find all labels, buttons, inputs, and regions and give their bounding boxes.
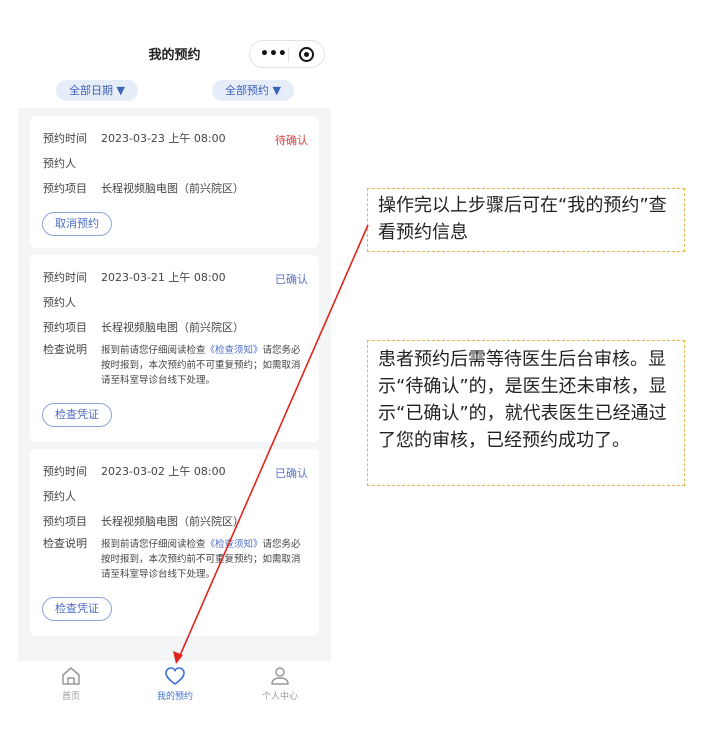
person-row: 预约人 bbox=[43, 490, 101, 504]
nav-bar: 我的预约 ••• bbox=[18, 28, 331, 78]
close-target-icon[interactable] bbox=[299, 47, 314, 62]
more-menu-icon[interactable]: ••• bbox=[260, 46, 287, 62]
item-label: 预约项目 bbox=[43, 182, 87, 195]
person-label: 预约人 bbox=[43, 490, 76, 503]
note-row: 检查说明 bbox=[43, 343, 101, 357]
tab-my-appointments-label: 我的预约 bbox=[156, 692, 193, 702]
note-row: 检查说明 bbox=[43, 537, 101, 551]
time-value: 2023-03-02 上午 08:00 bbox=[101, 465, 226, 478]
item-row: 预约项目 长程视频脑电图（前兴院区） bbox=[43, 321, 244, 335]
time-value: 2023-03-23 上午 08:00 bbox=[101, 132, 226, 145]
note-text-pre: 报到前请您仔细阅读检查 bbox=[101, 345, 206, 356]
tab-home[interactable]: 首页 bbox=[31, 666, 111, 702]
appointment-card: 预约时间 2023-03-23 上午 08:00 待确认 预约人 预约项目 长程视频… bbox=[30, 116, 319, 248]
time-row: 预约时间 2023-03-21 上午 08:00 bbox=[43, 271, 226, 285]
tab-home-label: 首页 bbox=[61, 692, 80, 702]
status-filter-dropdown[interactable]: 全部预约 ▼ bbox=[212, 80, 294, 101]
appointment-card: 预约时间 2023-03-02 上午 08:00 已确认 预约人 预约项目 长程视频… bbox=[30, 449, 319, 636]
status-badge: 已确认 bbox=[275, 467, 308, 480]
user-icon bbox=[271, 667, 289, 685]
phone-screen: 我的预约 ••• 全部日期 ▼ 全部预约 ▼ 预约时间 2023-03-23 上午… bbox=[18, 28, 331, 718]
status-badge: 待确认 bbox=[275, 134, 308, 147]
item-row: 预约项目 长程视频脑电图（前兴院区） bbox=[43, 515, 244, 529]
filter-bar: 全部日期 ▼ 全部预约 ▼ bbox=[18, 80, 331, 104]
annotation-callout-status-explanation: 患者预约后需等待医生后台审核。显示“待确认”的，是医生还未审核，显示“已确认”的… bbox=[367, 340, 685, 486]
person-label: 预约人 bbox=[43, 157, 76, 170]
date-filter-dropdown[interactable]: 全部日期 ▼ bbox=[56, 80, 138, 101]
person-label: 预约人 bbox=[43, 296, 76, 309]
exam-note: 报到前请您仔细阅读检查《检查须知》请您务必按时报到，本次预约前不可重复预约；如需… bbox=[101, 343, 308, 388]
time-label: 预约时间 bbox=[43, 465, 87, 478]
cancel-appointment-button[interactable]: 取消预约 bbox=[42, 212, 112, 236]
time-row: 预约时间 2023-03-23 上午 08:00 bbox=[43, 132, 226, 146]
appointment-card: 预约时间 2023-03-21 上午 08:00 已确认 预约人 预约项目 长程视频… bbox=[30, 255, 319, 442]
tab-my-appointments[interactable]: 我的预约 bbox=[135, 666, 215, 702]
exam-notice-link[interactable]: 《检查须知》 bbox=[206, 345, 263, 356]
appointment-list[interactable]: 预约时间 2023-03-23 上午 08:00 待确认 预约人 预约项目 长程视频… bbox=[18, 108, 331, 661]
time-label: 预约时间 bbox=[43, 271, 87, 284]
home-icon bbox=[62, 667, 80, 685]
item-value: 长程视频脑电图（前兴院区） bbox=[101, 182, 244, 195]
exam-notice-link[interactable]: 《检查须知》 bbox=[206, 539, 263, 550]
note-text-pre: 报到前请您仔细阅读检查 bbox=[101, 539, 206, 550]
exam-voucher-button[interactable]: 检查凭证 bbox=[42, 403, 112, 427]
person-row: 预约人 bbox=[43, 296, 101, 310]
item-value: 长程视频脑电图（前兴院区） bbox=[101, 515, 244, 528]
note-label: 检查说明 bbox=[43, 537, 87, 550]
time-row: 预约时间 2023-03-02 上午 08:00 bbox=[43, 465, 226, 479]
annotation-callout-view-appointments: 操作完以上步骤后可在“我的预约”查看预约信息 bbox=[367, 188, 685, 252]
status-badge: 已确认 bbox=[275, 273, 308, 286]
time-label: 预约时间 bbox=[43, 132, 87, 145]
item-row: 预约项目 长程视频脑电图（前兴院区） bbox=[43, 182, 244, 196]
tab-profile-label: 个人中心 bbox=[261, 692, 298, 702]
person-row: 预约人 bbox=[43, 157, 101, 171]
note-label: 检查说明 bbox=[43, 343, 87, 356]
heart-icon bbox=[165, 667, 185, 685]
item-label: 预约项目 bbox=[43, 515, 87, 528]
exam-note: 报到前请您仔细阅读检查《检查须知》请您务必按时报到，本次预约前不可重复预约；如需… bbox=[101, 537, 308, 582]
tab-profile[interactable]: 个人中心 bbox=[240, 666, 320, 702]
tab-bar: 首页 我的预约 个人中心 bbox=[18, 661, 331, 718]
mini-program-capsule: ••• bbox=[249, 40, 325, 68]
item-label: 预约项目 bbox=[43, 321, 87, 334]
item-value: 长程视频脑电图（前兴院区） bbox=[101, 321, 244, 334]
exam-voucher-button[interactable]: 检查凭证 bbox=[42, 597, 112, 621]
time-value: 2023-03-21 上午 08:00 bbox=[101, 271, 226, 284]
capsule-divider bbox=[288, 47, 289, 62]
